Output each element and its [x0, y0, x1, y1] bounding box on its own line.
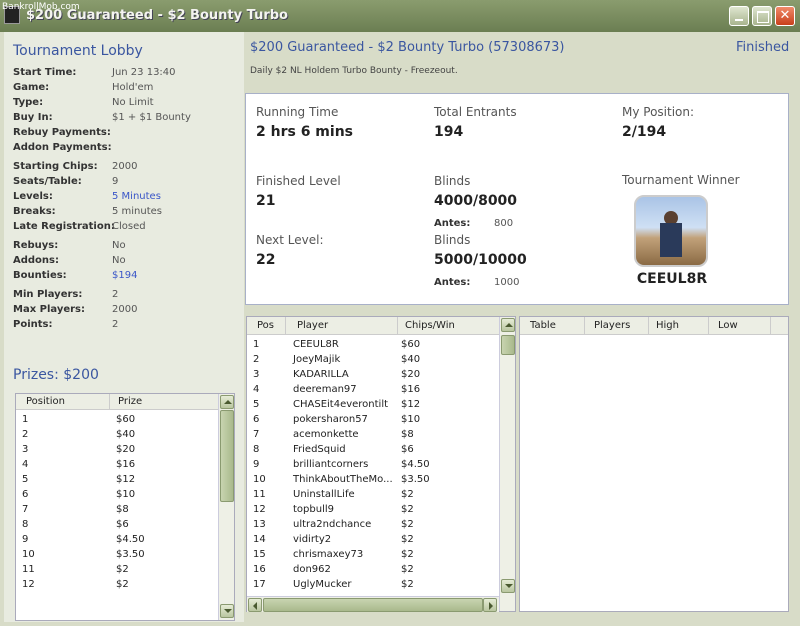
- info-addons: Addons: No: [13, 255, 126, 266]
- next-antes-value: 1000: [494, 277, 520, 288]
- blinds-value: 4000/8000: [434, 193, 518, 209]
- players-vertical-scrollbar[interactable]: [499, 317, 515, 611]
- info-late-registration: Late Registration: Closed: [13, 221, 146, 232]
- maximize-button[interactable]: [752, 6, 772, 26]
- scroll-up-icon[interactable]: [501, 318, 515, 332]
- column-header-position[interactable]: Position: [26, 396, 65, 407]
- player-row[interactable]: 8 FriedSquid $6: [247, 444, 499, 459]
- info-type: Type: No Limit: [13, 97, 154, 108]
- column-header-players[interactable]: Players: [594, 320, 630, 331]
- tournament-title: $200 Guaranteed - $2 Bounty Turbo (57308…: [250, 40, 565, 55]
- scroll-thumb[interactable]: [263, 598, 483, 612]
- player-row[interactable]: 5 CHASEit4everontilt $12: [247, 399, 499, 414]
- info-min-players: Min Players: 2: [13, 289, 119, 300]
- info-game: Game: Hold'em: [13, 82, 154, 93]
- players-list: Pos Player Chips/Win 1 CEEUL8R $60 2 JoeyMa…: [246, 316, 516, 612]
- prizes-title: Prizes: $200: [13, 367, 99, 383]
- next-level-label: Next Level:: [256, 233, 324, 247]
- tables-header: Table Players High Low: [520, 317, 788, 335]
- player-row[interactable]: 6 pokersharon57 $10: [247, 414, 499, 429]
- info-addon-payments: Addon Payments:: [13, 142, 112, 153]
- tournament-status: Finished: [736, 40, 790, 55]
- scroll-thumb[interactable]: [501, 335, 515, 355]
- tournament-winner-name: CEEUL8R: [636, 271, 708, 287]
- running-time-value: 2 hrs 6 mins: [256, 124, 353, 140]
- player-row[interactable]: 3 KADARILLA $20: [247, 369, 499, 384]
- player-row[interactable]: 2 JoeyMajik $40: [247, 354, 499, 369]
- info-rebuys: Rebuys: No: [13, 240, 126, 251]
- column-header-table[interactable]: Table: [530, 320, 556, 331]
- column-header-player[interactable]: Player: [297, 320, 328, 331]
- scroll-thumb[interactable]: [220, 410, 234, 502]
- total-entrants-label: Total Entrants: [434, 105, 517, 119]
- column-header-low[interactable]: Low: [718, 320, 738, 331]
- column-header-prize[interactable]: Prize: [118, 396, 142, 407]
- info-levels: Levels: 5 Minutes: [13, 191, 161, 202]
- player-row[interactable]: 15 chrismaxey73 $2: [247, 549, 499, 564]
- antes-value: 800: [494, 218, 514, 229]
- prizes-table: Position Prize 1 $60 2 $40 3 $20 4 $16 5 $12 …: [15, 393, 235, 621]
- next-blinds-label: Blinds: [434, 233, 471, 247]
- finished-level-label: Finished Level: [256, 174, 341, 188]
- info-bounties: Bounties: $194: [13, 270, 138, 281]
- player-row[interactable]: 11 UninstallLife $2: [247, 489, 499, 504]
- scroll-up-icon[interactable]: [220, 395, 234, 409]
- player-row[interactable]: 17 UglyMucker $2: [247, 579, 499, 594]
- tournament-winner-label: Tournament Winner: [622, 173, 740, 187]
- tournament-stats-panel: Running Time 2 hrs 6 mins Total Entrants…: [245, 93, 789, 305]
- prizes-scrollbar[interactable]: [218, 394, 234, 620]
- player-row[interactable]: 4 deereman97 $16: [247, 384, 499, 399]
- close-button[interactable]: ✕: [775, 6, 795, 26]
- next-antes-label: Antes:: [434, 277, 471, 288]
- info-buy-in: Buy In: $1 + $1 Bounty: [13, 112, 191, 123]
- players-header: Pos Player Chips/Win: [247, 317, 499, 335]
- player-row[interactable]: 1 CEEUL8R $60: [247, 339, 499, 354]
- prizes-header: Position Prize: [16, 394, 218, 410]
- player-row[interactable]: 12 topbull9 $2: [247, 504, 499, 519]
- running-time-label: Running Time: [256, 105, 339, 119]
- minimize-button[interactable]: [729, 6, 749, 26]
- info-breaks: Breaks: 5 minutes: [13, 206, 163, 217]
- antes-label: Antes:: [434, 218, 471, 229]
- lobby-title: Tournament Lobby: [13, 43, 143, 59]
- bounties-link[interactable]: $194: [112, 270, 137, 281]
- watermark: BankrollMob.com: [2, 2, 80, 12]
- players-horizontal-scrollbar[interactable]: [247, 596, 499, 612]
- next-blinds-value: 5000/10000: [434, 252, 527, 268]
- tournament-description: Daily $2 NL Holdem Turbo Bounty - Freeze…: [250, 66, 458, 76]
- scroll-down-icon[interactable]: [501, 579, 515, 593]
- my-position-label: My Position:: [622, 105, 695, 119]
- finished-level-value: 21: [256, 193, 276, 209]
- player-row[interactable]: 16 don962 $2: [247, 564, 499, 579]
- info-start-time: Start Time: Jun 23 13:40: [13, 67, 176, 78]
- info-seats-table: Seats/Table: 9: [13, 176, 119, 187]
- scroll-right-icon[interactable]: [483, 598, 497, 612]
- player-row[interactable]: 9 brilliantcorners $4.50: [247, 459, 499, 474]
- scroll-left-icon[interactable]: [248, 598, 262, 612]
- player-row[interactable]: 10 ThinkAboutTheMo... $3.50: [247, 474, 499, 489]
- player-row[interactable]: 14 vidirty2 $2: [247, 534, 499, 549]
- player-row[interactable]: 13 ultra2ndchance $2: [247, 519, 499, 534]
- info-rebuy-payments: Rebuy Payments:: [13, 127, 111, 138]
- blinds-label: Blinds: [434, 174, 471, 188]
- lobby-panel: Tournament Lobby Start Time: Jun 23 13:40…: [4, 32, 244, 622]
- winner-avatar: [634, 195, 708, 267]
- levels-link[interactable]: 5 Minutes: [112, 191, 161, 202]
- player-row[interactable]: 7 acemonkette $8: [247, 429, 499, 444]
- column-header-high[interactable]: High: [656, 320, 679, 331]
- scroll-down-icon[interactable]: [220, 604, 234, 618]
- info-points: Points: 2: [13, 319, 119, 330]
- next-level-value: 22: [256, 252, 276, 268]
- info-max-players: Max Players: 2000: [13, 304, 138, 315]
- my-position-value: 2/194: [622, 124, 667, 140]
- maximize-icon: [753, 7, 771, 25]
- column-header-chips-win[interactable]: Chips/Win: [405, 320, 455, 331]
- close-icon: ✕: [779, 8, 791, 23]
- title-bar: $200 Guaranteed - $2 Bounty Turbo Bankro…: [0, 0, 800, 32]
- total-entrants-value: 194: [434, 124, 464, 140]
- column-header-pos[interactable]: Pos: [257, 320, 274, 331]
- info-starting-chips: Starting Chips: 2000: [13, 161, 138, 172]
- minimize-icon: [730, 7, 748, 25]
- tables-list: Table Players High Low: [519, 316, 789, 612]
